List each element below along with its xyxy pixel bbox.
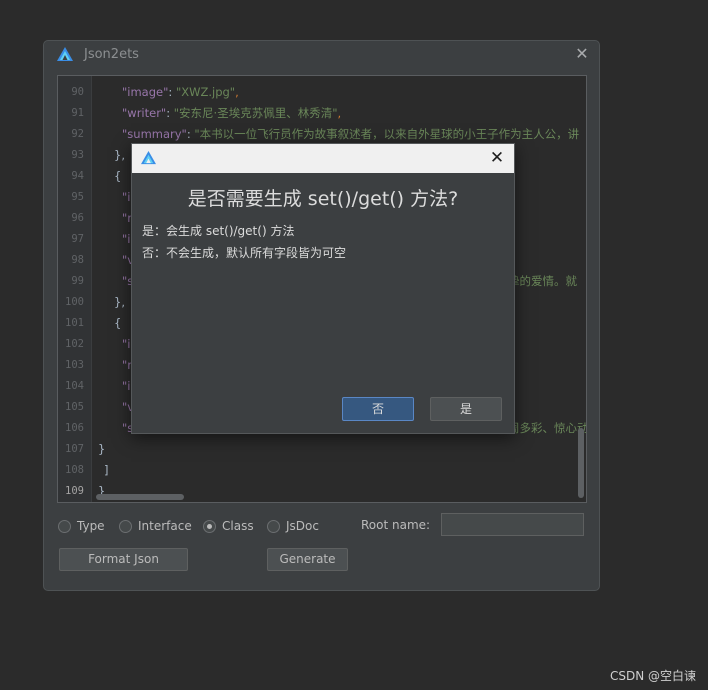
code-text-overflow: 周多彩、惊心动 xyxy=(508,421,587,435)
close-icon[interactable]: ✕ xyxy=(574,46,590,62)
generate-button[interactable]: Generate xyxy=(267,548,348,571)
watermark: CSDN @空白谏 xyxy=(609,669,696,683)
code-text: }, xyxy=(114,292,125,313)
code-text: } xyxy=(98,439,105,460)
line-number: 98 xyxy=(71,254,84,266)
radio-interface[interactable]: Interface xyxy=(119,518,192,534)
code-line: 107} xyxy=(58,439,586,460)
line-number: 93 xyxy=(71,149,84,161)
yes-button[interactable]: 是 xyxy=(430,397,502,421)
code-line: 108] xyxy=(58,460,586,481)
code-text: { xyxy=(114,166,121,187)
radio-jsdoc[interactable]: JsDoc xyxy=(267,518,319,534)
dialog-heading: 是否需要生成 set()/get() 方法? xyxy=(187,188,459,210)
code-token: "i xyxy=(122,337,131,351)
line-number: 102 xyxy=(65,338,84,350)
radio-circle[interactable] xyxy=(58,519,71,533)
line-number: 106 xyxy=(65,422,84,434)
code-token: "writer" xyxy=(122,106,167,120)
code-token: }, xyxy=(114,295,125,309)
code-token: "summary" xyxy=(122,127,187,141)
app-logo-icon xyxy=(141,150,156,165)
horizontal-scrollbar[interactable] xyxy=(96,494,184,500)
code-token: , xyxy=(337,106,342,120)
line-number: 105 xyxy=(65,401,84,413)
code-text-overflow: 挚的爱情。就 xyxy=(508,274,577,288)
code-text: { xyxy=(114,313,121,334)
line-number: 91 xyxy=(71,107,84,119)
code-token: : xyxy=(168,85,176,99)
code-line: 90 "image": "XWZ.jpg", xyxy=(58,82,586,103)
code-token: , xyxy=(235,85,239,99)
line-number: 103 xyxy=(65,359,84,371)
code-text: "image": "XWZ.jpg", xyxy=(122,82,239,103)
vertical-scrollbar[interactable] xyxy=(578,428,584,498)
line-number: 97 xyxy=(71,233,84,245)
code-token: } xyxy=(98,442,106,456)
code-token: }, xyxy=(114,148,125,162)
code-token: "安东尼·圣埃克苏佩里、林秀清" xyxy=(173,106,338,120)
code-token: { xyxy=(114,316,122,330)
line-number: 95 xyxy=(71,191,84,203)
root-name-label: Root name: xyxy=(361,518,431,532)
dialog-yes-description: 是：会生成 set()/get() 方法 xyxy=(142,224,295,238)
code-text: "summary": "本书以一位飞行员作为故事叙述者，以来自外星球的小王子作为… xyxy=(122,124,579,145)
close-icon[interactable]: ✕ xyxy=(488,148,506,168)
code-token: ] xyxy=(104,463,109,477)
confirm-dialog: ✕ 是否需要生成 set()/get() 方法? 是：会生成 set()/get… xyxy=(131,143,515,434)
dialog-titlebar: ✕ xyxy=(132,144,514,173)
line-number: 101 xyxy=(65,317,84,329)
code-text: ] xyxy=(104,460,109,481)
radio-circle[interactable] xyxy=(267,519,280,533)
no-button[interactable]: 否 xyxy=(342,397,414,421)
line-number: 104 xyxy=(65,380,84,392)
line-number: 108 xyxy=(65,464,84,476)
root-name-input[interactable] xyxy=(441,513,584,536)
code-text: }, xyxy=(114,145,125,166)
line-number: 96 xyxy=(71,212,84,224)
code-text: "i xyxy=(122,229,131,250)
window-title: Json2ets xyxy=(84,47,139,62)
radio-class[interactable]: Class xyxy=(203,518,254,534)
code-token: { xyxy=(114,169,122,183)
code-text: "i xyxy=(122,376,131,397)
code-token: "XWZ.jpg" xyxy=(175,85,236,99)
line-number: 94 xyxy=(71,170,84,182)
line-number: 109 xyxy=(65,485,84,497)
app-logo-icon xyxy=(57,47,73,61)
line-number: 90 xyxy=(71,86,84,98)
code-token: "i xyxy=(122,190,131,204)
line-number: 92 xyxy=(71,128,84,140)
code-token: "i xyxy=(122,379,131,393)
line-number: 99 xyxy=(71,275,84,287)
radio-circle[interactable] xyxy=(119,519,132,533)
code-text: "i xyxy=(122,187,131,208)
code-line: 92 "summary": "本书以一位飞行员作为故事叙述者，以来自外星球的小王子… xyxy=(58,124,586,145)
code-token: "i xyxy=(122,232,131,246)
line-number: 107 xyxy=(65,443,84,455)
dialog-no-description: 否：不会生成，默认所有字段皆为可空 xyxy=(142,246,347,260)
code-text: "writer": "安东尼·圣埃克苏佩里、林秀清", xyxy=(122,103,341,124)
code-text: "i xyxy=(122,334,131,355)
radio-type[interactable]: Type xyxy=(58,518,105,534)
format-json-button[interactable]: Format Json xyxy=(59,548,188,571)
code-token: : xyxy=(166,106,174,120)
code-line: 91 "writer": "安东尼·圣埃克苏佩里、林秀清", xyxy=(58,103,586,124)
radio-circle-selected[interactable] xyxy=(203,519,216,533)
code-token: "image" xyxy=(122,85,169,99)
line-number: 100 xyxy=(65,296,84,308)
code-token: "本书以一位飞行员作为故事叙述者，以来自外星球的小王子作为主人公，讲 xyxy=(194,127,580,141)
window-titlebar: Json2ets ✕ xyxy=(44,41,599,69)
